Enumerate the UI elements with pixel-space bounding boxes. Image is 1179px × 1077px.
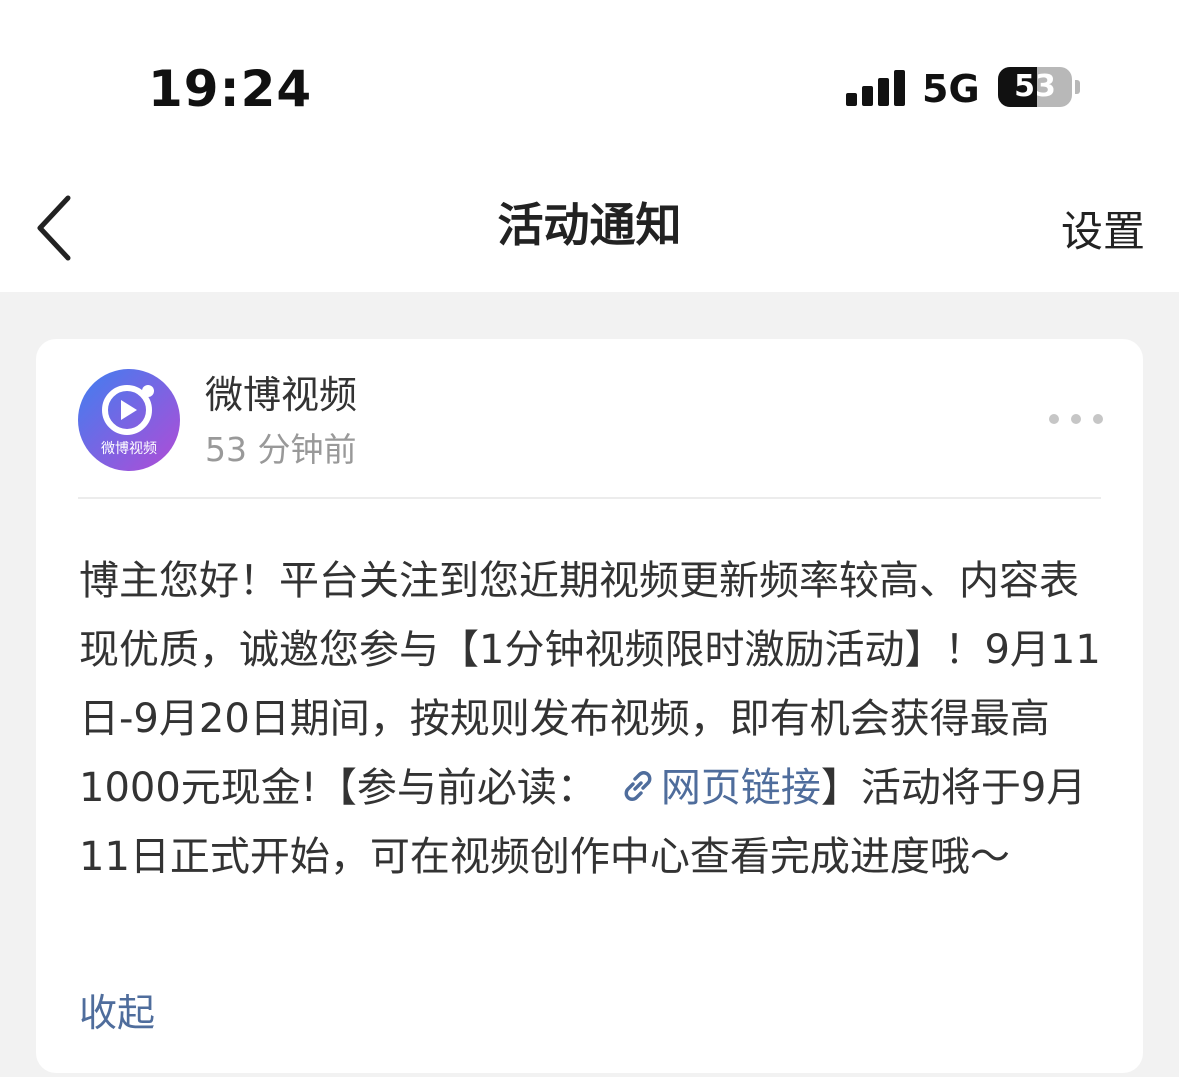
message-body: 博主您好！平台关注到您近期视频更新频率较高、内容表现优质，诚邀您参与【1分钟视频…: [79, 547, 1103, 892]
collapse-button[interactable]: 收起: [79, 985, 155, 1041]
signal-bars-icon: [846, 70, 906, 106]
link-icon: [624, 771, 652, 801]
weibo-video-logo-icon: 微博视频: [78, 369, 180, 471]
battery-tip: [1075, 80, 1080, 94]
avatar[interactable]: 微博视频: [78, 369, 180, 471]
sender-name: 微博视频: [205, 373, 358, 417]
nav-bar: 活动通知 设置: [0, 150, 1179, 292]
settings-button[interactable]: 设置: [1061, 204, 1145, 260]
status-bar: 19:24 5G 53: [0, 0, 1179, 150]
battery-icon: 53: [998, 67, 1080, 107]
status-time: 19:24: [148, 60, 313, 118]
page-title: 活动通知: [497, 198, 682, 252]
battery-level: 53: [1014, 69, 1056, 104]
card-divider: [78, 497, 1101, 499]
web-link[interactable]: 网页链接: [597, 765, 821, 811]
notification-card: 微博视频 微博视频 53 分钟前 博主您好！平台关注到您近期视频更新频率较高、内…: [36, 339, 1143, 1073]
avatar-label: 微博视频: [101, 440, 157, 457]
sent-time: 53 分钟前: [205, 430, 357, 469]
more-options-button[interactable]: [1041, 401, 1111, 437]
network-type: 5G: [922, 67, 980, 111]
battery-body: 53: [998, 67, 1072, 107]
web-link-label: 网页链接: [660, 765, 821, 811]
